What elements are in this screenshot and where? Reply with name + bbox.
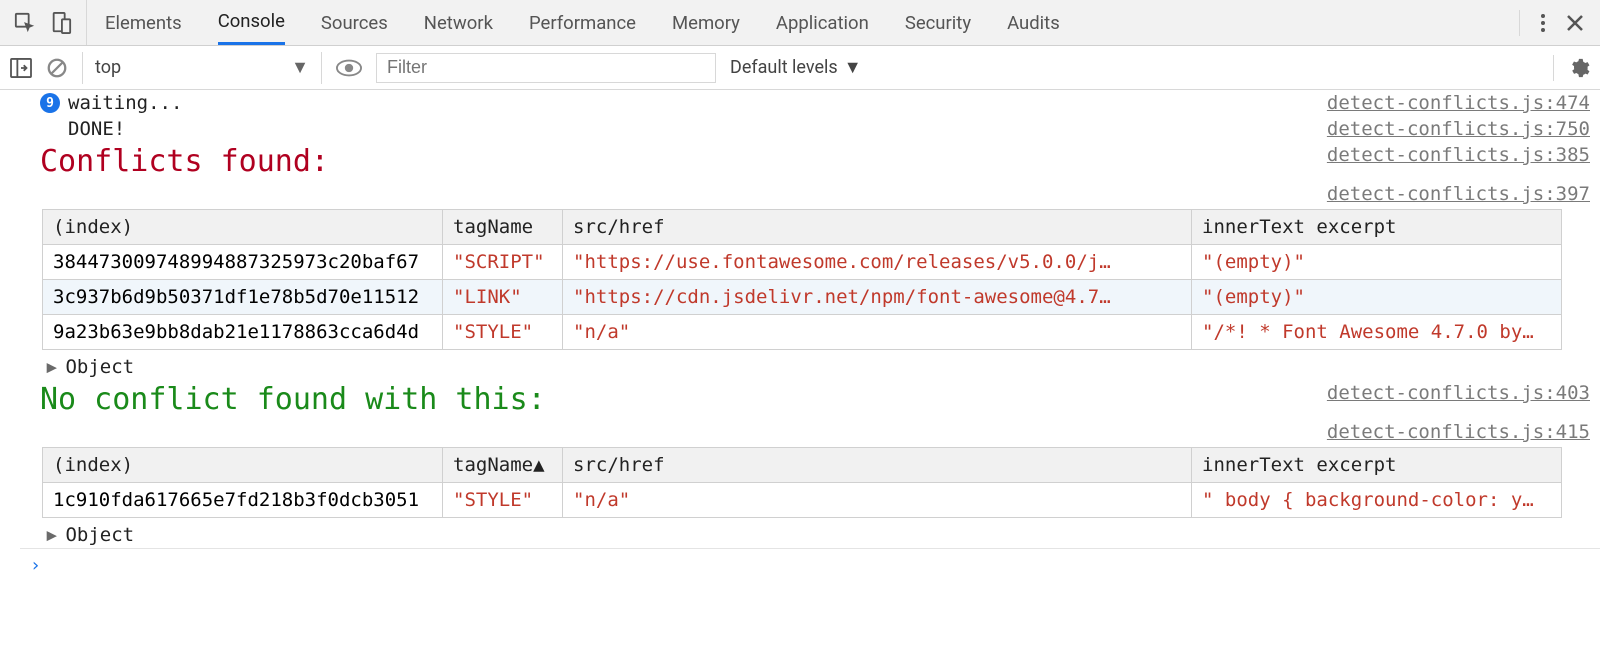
gear-icon[interactable] bbox=[1568, 57, 1590, 79]
table-row[interactable]: 9a23b63e9bb8dab21e1178863cca6d4d "STYLE"… bbox=[43, 315, 1562, 350]
console-toolbar: top ▼ Default levels ▼ bbox=[0, 46, 1600, 90]
tab-application[interactable]: Application bbox=[776, 0, 869, 45]
expandable-object[interactable]: ▶ Object bbox=[46, 524, 1590, 546]
table-row[interactable]: 3c937b6d9b50371df1e78b5d70e11512 "LINK" … bbox=[43, 280, 1562, 315]
cell-index: 9a23b63e9bb8dab21e1178863cca6d4d bbox=[43, 315, 443, 350]
tab-security[interactable]: Security bbox=[905, 0, 971, 45]
conflicts-table: (index) tagName src/href innerText excer… bbox=[42, 209, 1562, 350]
table-row[interactable]: 384473009748994887325973c20baf67 "SCRIPT… bbox=[43, 245, 1562, 280]
console-output: 9 waiting... detect-conflicts.js:474 DON… bbox=[0, 90, 1600, 662]
cell-src: "n/a" bbox=[563, 483, 1192, 518]
clear-icon[interactable] bbox=[46, 57, 68, 79]
tab-elements[interactable]: Elements bbox=[105, 0, 182, 45]
sidebar-toggle-icon[interactable] bbox=[10, 58, 32, 78]
cell-src: "n/a" bbox=[563, 315, 1192, 350]
cell-index: 3c937b6d9b50371df1e78b5d70e11512 bbox=[43, 280, 443, 315]
caret-right-icon: ▶ bbox=[47, 357, 57, 377]
close-icon[interactable] bbox=[1566, 14, 1584, 32]
log-row-object2: ▶ Object bbox=[20, 522, 1600, 548]
cell-tagname: "STYLE" bbox=[443, 483, 563, 518]
log-row-object1: ▶ Object bbox=[20, 354, 1600, 380]
object-label: Object bbox=[65, 356, 134, 378]
cell-src: "https://cdn.jsdelivr.net/npm/font-aweso… bbox=[563, 280, 1192, 315]
tab-sources[interactable]: Sources bbox=[321, 0, 388, 45]
noconflict-table: (index) tagName▲ src/href innerText exce… bbox=[42, 447, 1562, 518]
log-row-noconflict-heading: No conflict found with this: detect-conf… bbox=[20, 380, 1600, 419]
devtools-tabstrip: Elements Console Sources Network Perform… bbox=[0, 0, 1600, 46]
filter-input[interactable] bbox=[376, 53, 716, 83]
source-link[interactable]: detect-conflicts.js:474 bbox=[1327, 92, 1590, 114]
th-src[interactable]: src/href bbox=[563, 210, 1192, 245]
th-index[interactable]: (index) bbox=[43, 448, 443, 483]
tab-memory[interactable]: Memory bbox=[672, 0, 740, 45]
log-row-done: DONE! detect-conflicts.js:750 bbox=[20, 116, 1600, 142]
object-label: Object bbox=[65, 524, 134, 546]
source-link[interactable]: detect-conflicts.js:403 bbox=[1327, 382, 1590, 404]
log-row-table1: (index) tagName src/href innerText excer… bbox=[20, 205, 1600, 354]
sort-asc-icon: ▲ bbox=[533, 454, 544, 476]
kebab-icon[interactable] bbox=[1540, 12, 1546, 34]
cell-excerpt: "(empty)" bbox=[1192, 245, 1562, 280]
levels-label: Default levels bbox=[730, 57, 838, 78]
table-row[interactable]: 1c910fda617665e7fd218b3f0dcb3051 "STYLE"… bbox=[43, 483, 1562, 518]
cell-tagname: "STYLE" bbox=[443, 315, 563, 350]
tab-audits[interactable]: Audits bbox=[1007, 0, 1060, 45]
cell-excerpt: "/*! * Font Awesome 4.7.0 by… bbox=[1192, 315, 1562, 350]
source-link[interactable]: detect-conflicts.js:397 bbox=[1327, 183, 1590, 205]
chevron-down-icon: ▼ bbox=[844, 57, 862, 78]
cell-tagname: "LINK" bbox=[443, 280, 563, 315]
log-row-waiting: 9 waiting... detect-conflicts.js:474 bbox=[20, 90, 1600, 116]
cell-index: 384473009748994887325973c20baf67 bbox=[43, 245, 443, 280]
source-link[interactable]: detect-conflicts.js:415 bbox=[1327, 421, 1590, 443]
chevron-down-icon: ▼ bbox=[291, 57, 309, 78]
prompt-caret: › bbox=[30, 555, 41, 576]
context-select[interactable]: top ▼ bbox=[82, 52, 322, 84]
th-excerpt[interactable]: innerText excerpt bbox=[1192, 210, 1562, 245]
noconflict-heading: No conflict found with this: bbox=[40, 382, 546, 417]
cell-src: "https://use.fontawesome.com/releases/v5… bbox=[563, 245, 1192, 280]
cell-excerpt: " body { background-color: y… bbox=[1192, 483, 1562, 518]
device-icon[interactable] bbox=[50, 12, 72, 34]
tabs: Elements Console Sources Network Perform… bbox=[105, 0, 1060, 45]
tabstrip-left-icons bbox=[8, 0, 87, 45]
tab-console[interactable]: Console bbox=[218, 0, 285, 45]
source-link[interactable]: detect-conflicts.js:385 bbox=[1327, 144, 1590, 166]
log-text: DONE! bbox=[68, 118, 125, 140]
live-expression-icon[interactable] bbox=[336, 59, 362, 77]
log-text: waiting... bbox=[68, 92, 182, 114]
cell-index: 1c910fda617665e7fd218b3f0dcb3051 bbox=[43, 483, 443, 518]
conflicts-heading: Conflicts found: bbox=[40, 144, 329, 179]
cell-excerpt: "(empty)" bbox=[1192, 280, 1562, 315]
console-prompt[interactable]: › bbox=[20, 548, 1600, 582]
expandable-object[interactable]: ▶ Object bbox=[46, 356, 1590, 378]
log-row-table1-src: detect-conflicts.js:397 bbox=[20, 181, 1600, 205]
tab-network[interactable]: Network bbox=[424, 0, 493, 45]
log-row-table2-src: detect-conflicts.js:415 bbox=[20, 419, 1600, 443]
cell-tagname: "SCRIPT" bbox=[443, 245, 563, 280]
inspect-icon[interactable] bbox=[14, 12, 36, 34]
tab-performance[interactable]: Performance bbox=[529, 0, 636, 45]
th-src[interactable]: src/href bbox=[563, 448, 1192, 483]
log-levels-select[interactable]: Default levels ▼ bbox=[730, 57, 862, 78]
log-row-table2: (index) tagName▲ src/href innerText exce… bbox=[20, 443, 1600, 522]
repeat-count-badge: 9 bbox=[40, 93, 60, 113]
source-link[interactable]: detect-conflicts.js:750 bbox=[1327, 118, 1590, 140]
th-index[interactable]: (index) bbox=[43, 210, 443, 245]
th-tagname[interactable]: tagName bbox=[443, 210, 563, 245]
context-value: top bbox=[95, 57, 121, 78]
th-excerpt[interactable]: innerText excerpt bbox=[1192, 448, 1562, 483]
caret-right-icon: ▶ bbox=[47, 525, 57, 545]
th-tagname[interactable]: tagName▲ bbox=[443, 448, 563, 483]
log-row-conflicts-heading: Conflicts found: detect-conflicts.js:385 bbox=[20, 142, 1600, 181]
divider bbox=[1519, 10, 1520, 36]
divider bbox=[1553, 55, 1554, 81]
